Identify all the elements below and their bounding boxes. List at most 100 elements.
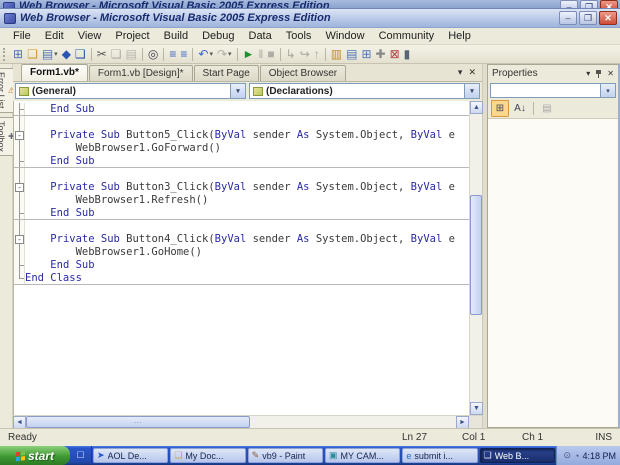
code-line[interactable]: End Sub bbox=[14, 207, 469, 220]
menu-community[interactable]: Community bbox=[372, 29, 442, 43]
bg-minimize-button[interactable]: – bbox=[560, 0, 578, 8]
menu-project[interactable]: Project bbox=[108, 29, 156, 43]
code-line[interactable]: End Class bbox=[14, 272, 469, 285]
horizontal-scroll-track[interactable]: ⋯ bbox=[26, 416, 456, 428]
menu-file[interactable]: File bbox=[6, 29, 38, 43]
properties-window-button[interactable]: ▤ bbox=[344, 46, 359, 63]
redo-button[interactable]: ↷ ▾ bbox=[215, 46, 234, 63]
tab-object-browser[interactable]: Object Browser bbox=[259, 65, 347, 81]
code-editor[interactable]: End Sub - Private Sub Button5_Click(ByVal… bbox=[14, 101, 469, 415]
task-my-doc[interactable]: ❏ My Doc... bbox=[170, 448, 246, 463]
start-button[interactable]: start bbox=[0, 446, 70, 465]
menu-view[interactable]: View bbox=[71, 29, 109, 43]
task-web-b[interactable]: ❏ Web B... bbox=[479, 448, 555, 463]
properties-menu-icon[interactable]: ▾ bbox=[586, 69, 590, 78]
uncomment-button[interactable]: ≡ bbox=[178, 46, 189, 63]
code-line[interactable] bbox=[14, 168, 469, 181]
new-project-button[interactable]: ⊞ bbox=[11, 46, 25, 63]
menu-tools[interactable]: Tools bbox=[279, 29, 319, 43]
code-line[interactable]: WebBrowser1.GoHome() bbox=[14, 246, 469, 259]
members-dropdown[interactable]: (Declarations) ▾ bbox=[249, 83, 480, 99]
menu-debug[interactable]: Debug bbox=[195, 29, 241, 43]
tray-icon[interactable]: ⊙ bbox=[563, 450, 571, 461]
minimize-button[interactable]: – bbox=[559, 11, 577, 25]
menu-data[interactable]: Data bbox=[242, 29, 279, 43]
step-out-button[interactable]: ↑ bbox=[312, 46, 322, 63]
code-line[interactable] bbox=[14, 220, 469, 233]
collapse-minus-icon[interactable]: - bbox=[14, 181, 25, 194]
chevron-down-icon[interactable]: ▾ bbox=[230, 84, 245, 98]
properties-titlebar[interactable]: Properties ▾ ✕ bbox=[488, 65, 618, 82]
extension-button[interactable]: ▮ bbox=[402, 46, 413, 63]
horizontal-scroll-thumb[interactable]: ⋯ bbox=[26, 416, 250, 428]
scroll-up-icon[interactable]: ▲ bbox=[470, 101, 483, 114]
categorized-button[interactable]: ⊞ bbox=[491, 100, 509, 117]
paste-button[interactable]: ▤ bbox=[124, 46, 139, 63]
undo-button[interactable]: ↶ ▾ bbox=[196, 46, 215, 63]
solution-explorer-button[interactable]: ▥ bbox=[329, 46, 344, 63]
stop-button[interactable]: ■ bbox=[265, 46, 276, 63]
restore-button[interactable]: ❐ bbox=[579, 11, 597, 25]
chevron-down-icon[interactable]: ▾ bbox=[600, 84, 615, 97]
error-list-button[interactable]: ⊠ bbox=[388, 46, 402, 63]
code-line[interactable]: End Sub bbox=[14, 103, 469, 116]
step-over-button[interactable]: ↪ bbox=[298, 46, 312, 63]
pin-icon[interactable] bbox=[595, 69, 602, 78]
code-line[interactable]: - Private Sub Button3_Click(ByVal sender… bbox=[14, 181, 469, 194]
object-dropdown[interactable]: ▾ bbox=[490, 83, 616, 98]
chevron-down-icon[interactable]: ▾ bbox=[54, 50, 58, 58]
code-line[interactable]: End Sub bbox=[14, 259, 469, 272]
tray-clock-icon[interactable]: ◔ bbox=[574, 451, 579, 461]
chevron-down-icon[interactable]: ▾ bbox=[209, 50, 213, 58]
bg-close-button[interactable]: ✕ bbox=[600, 0, 618, 8]
chevron-down-icon[interactable]: ▾ bbox=[464, 84, 479, 98]
code-line[interactable]: WebBrowser1.GoForward() bbox=[14, 142, 469, 155]
toolbox-button[interactable]: ✚ bbox=[374, 46, 388, 63]
add-new-item-button[interactable]: ▤ ▾ bbox=[40, 46, 60, 63]
menu-build[interactable]: Build bbox=[157, 29, 195, 43]
vertical-scroll-thumb[interactable] bbox=[470, 195, 482, 315]
copy-button[interactable]: ❏ bbox=[109, 46, 124, 63]
chevron-down-icon[interactable]: ▾ bbox=[228, 50, 232, 58]
pause-button[interactable]: ‖ bbox=[256, 46, 265, 63]
quick-launch[interactable]: ☐ bbox=[70, 446, 92, 465]
code-line[interactable]: WebBrowser1.Refresh() bbox=[14, 194, 469, 207]
find-button[interactable]: ◎ bbox=[146, 46, 160, 63]
collapse-minus-icon[interactable]: - bbox=[14, 129, 25, 142]
task-submit-i[interactable]: e submit i... bbox=[402, 448, 478, 463]
menu-window[interactable]: Window bbox=[318, 29, 371, 43]
open-file-button[interactable]: ❏ bbox=[25, 46, 40, 63]
save-all-button[interactable]: ❏ bbox=[73, 46, 88, 63]
task-aol-de[interactable]: ➤ AOL De... bbox=[93, 448, 169, 463]
properties-close-icon[interactable]: ✕ bbox=[607, 69, 614, 78]
properties-grid[interactable] bbox=[488, 119, 618, 427]
menu-edit[interactable]: Edit bbox=[38, 29, 71, 43]
comment-button[interactable]: ≡ bbox=[167, 46, 178, 63]
types-dropdown[interactable]: (General) ▾ bbox=[15, 83, 246, 99]
tab-close-icon[interactable]: ✕ bbox=[468, 67, 476, 78]
save-button[interactable]: ◆ bbox=[60, 46, 73, 63]
start-debug-button[interactable]: ► bbox=[241, 46, 257, 63]
property-pages-button[interactable]: ▤ bbox=[538, 100, 556, 117]
vertical-scrollbar[interactable]: ▲ ▼ bbox=[469, 101, 483, 415]
task-vb9-paint[interactable]: ✎ vb9 - Paint bbox=[247, 448, 323, 463]
code-line[interactable]: - Private Sub Button5_Click(ByVal sender… bbox=[14, 129, 469, 142]
code-line[interactable]: End Sub bbox=[14, 155, 469, 168]
scroll-down-icon[interactable]: ▼ bbox=[470, 402, 483, 415]
bg-restore-button[interactable]: ❐ bbox=[580, 0, 598, 8]
task-my-cam[interactable]: ▣ MY CAM... bbox=[324, 448, 401, 463]
tab-start-page[interactable]: Start Page bbox=[193, 65, 259, 81]
cut-button[interactable]: ✂ bbox=[95, 46, 109, 63]
step-into-button[interactable]: ↳ bbox=[284, 46, 298, 63]
code-line[interactable] bbox=[14, 116, 469, 129]
collapse-minus-icon[interactable]: - bbox=[14, 233, 25, 246]
horizontal-scrollbar[interactable]: ◄ ⋯ ► bbox=[13, 415, 482, 429]
close-button[interactable]: ✕ bbox=[599, 11, 617, 25]
tab-scroll-menu-icon[interactable]: ▾ bbox=[458, 67, 463, 78]
tab-form1-vb[interactable]: Form1.vb* bbox=[21, 64, 88, 81]
code-line[interactable]: - Private Sub Button4_Click(ByVal sender… bbox=[14, 233, 469, 246]
object-browser-button[interactable]: ⊞ bbox=[359, 46, 373, 63]
toolbar-grip[interactable] bbox=[3, 47, 8, 61]
menu-help[interactable]: Help bbox=[441, 29, 478, 43]
alphabetical-button[interactable]: A↓ bbox=[511, 100, 529, 117]
